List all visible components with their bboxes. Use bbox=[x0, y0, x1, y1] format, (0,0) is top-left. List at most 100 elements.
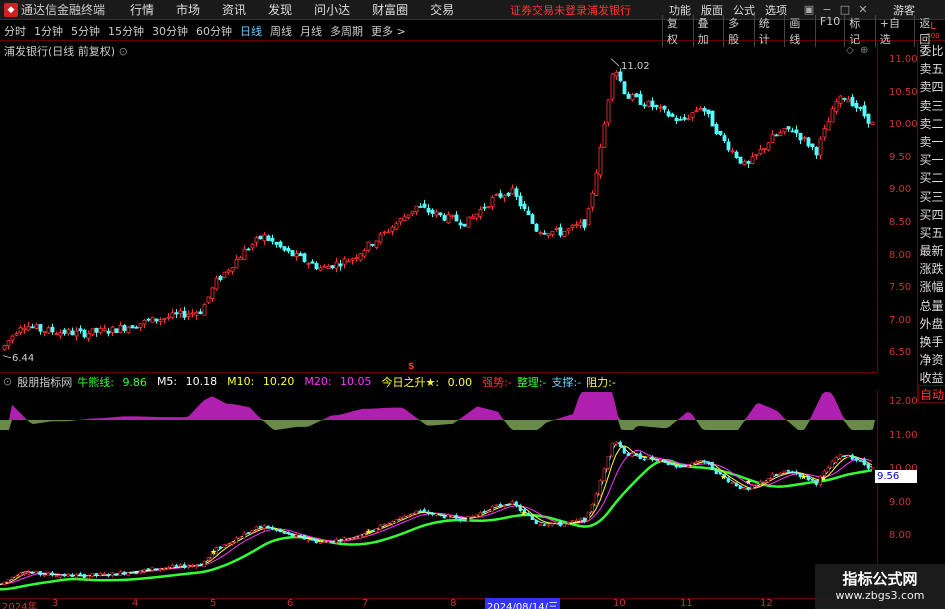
tab-daily[interactable]: 日线 bbox=[240, 23, 262, 39]
period-bar: 分时 1分钟 5分钟 15分钟 30分钟 60分钟 日线 周线 月线 多周期 更… bbox=[0, 14, 945, 47]
tab-15min[interactable]: 15分钟 bbox=[108, 23, 144, 39]
tab-monthly[interactable]: 月线 bbox=[300, 23, 322, 39]
candle bbox=[254, 235, 259, 247]
candle bbox=[170, 308, 175, 320]
candle bbox=[146, 317, 151, 322]
indicator-name[interactable]: 殷朋指标网 bbox=[17, 374, 72, 390]
candle bbox=[526, 206, 531, 216]
candle bbox=[522, 201, 527, 212]
star-marker: ★ bbox=[820, 474, 827, 483]
menu-news[interactable]: 资讯 bbox=[222, 1, 246, 18]
indicator-candle bbox=[646, 456, 650, 461]
watermark-title: 指标公式网 bbox=[842, 570, 918, 588]
sidepanel-item[interactable]: 卖三 bbox=[918, 97, 945, 115]
candle bbox=[330, 265, 335, 270]
tab-1min[interactable]: 1分钟 bbox=[34, 23, 63, 39]
candle bbox=[346, 258, 351, 263]
date-tick: 5 bbox=[210, 598, 217, 609]
sidepanel-item[interactable]: 买五 bbox=[918, 224, 945, 242]
candle bbox=[234, 255, 239, 269]
star-marker: ★ bbox=[800, 472, 807, 481]
menu-trade[interactable]: 交易 bbox=[430, 1, 454, 18]
tab-intraday[interactable]: 分时 bbox=[4, 23, 26, 39]
expand-icon[interactable]: ⊕ bbox=[860, 45, 868, 56]
today-label-text: 今日之升★: bbox=[381, 375, 440, 389]
auto-button[interactable]: 自动 bbox=[918, 385, 945, 403]
candle bbox=[658, 104, 663, 113]
diamond-icon[interactable]: ◇ bbox=[846, 45, 854, 56]
candle bbox=[738, 156, 743, 165]
candle bbox=[830, 105, 835, 123]
tab-multi-period[interactable]: 多周期 bbox=[330, 23, 363, 39]
candle bbox=[98, 325, 103, 335]
indicator-settings-icon[interactable]: ⊙ bbox=[3, 375, 12, 388]
candle bbox=[410, 210, 415, 216]
indicator-candle bbox=[734, 482, 738, 487]
indicator-candle bbox=[606, 456, 610, 471]
menu-market[interactable]: 市场 bbox=[176, 1, 200, 18]
candle bbox=[482, 203, 487, 211]
candle bbox=[22, 323, 27, 334]
candle bbox=[726, 138, 731, 153]
sidepanel-item[interactable]: 涨幅 bbox=[918, 278, 945, 296]
chart-menu-icon[interactable]: ⊙ bbox=[119, 45, 128, 58]
candle bbox=[470, 214, 475, 220]
tab-5min[interactable]: 5分钟 bbox=[71, 23, 100, 39]
sidepanel-item[interactable]: 外盘 bbox=[918, 315, 945, 333]
candle bbox=[626, 91, 631, 99]
m10-label: M10: 10.20 bbox=[227, 375, 299, 388]
sidepanel-item[interactable]: 卖二 bbox=[918, 115, 945, 133]
candle bbox=[358, 253, 363, 262]
sidepanel-item[interactable]: 买四 bbox=[918, 206, 945, 224]
login-status[interactable]: 证券交易未登录 bbox=[510, 2, 587, 18]
indicator-chart[interactable]: ★ ★ ★ ★ ★ ★ ★ bbox=[0, 390, 877, 598]
sidepanel-item[interactable]: 涨跌 bbox=[918, 260, 945, 278]
tab-30min[interactable]: 30分钟 bbox=[152, 23, 188, 39]
candle bbox=[142, 318, 147, 329]
indicator-candle bbox=[66, 573, 70, 578]
price-tick: 8.50 bbox=[889, 217, 912, 228]
sidepanel-item[interactable]: 最新 bbox=[918, 242, 945, 260]
menu-discover[interactable]: 发现 bbox=[268, 1, 292, 18]
sidepanel-item[interactable]: 换手 bbox=[918, 333, 945, 351]
indicator-candle bbox=[594, 491, 598, 506]
candle bbox=[606, 99, 611, 127]
sidepanel-item[interactable]: 卖四 bbox=[918, 78, 945, 96]
candle bbox=[222, 271, 227, 279]
menu-ask[interactable]: 问小达 bbox=[314, 1, 350, 18]
sidepanel-item[interactable]: 净资 bbox=[918, 351, 945, 369]
indicator-candle bbox=[430, 511, 434, 517]
candle bbox=[602, 120, 607, 148]
candle bbox=[810, 143, 815, 151]
indicator-candle bbox=[118, 569, 122, 576]
sidepanel-item[interactable]: 买一 bbox=[918, 151, 945, 169]
sidepanel-item[interactable]: 卖五 bbox=[918, 60, 945, 78]
sidepanel-item[interactable]: 买二 bbox=[918, 169, 945, 187]
menu-wealth[interactable]: 财富圈 bbox=[372, 1, 408, 18]
candle bbox=[398, 217, 403, 226]
tab-more[interactable]: 更多 > bbox=[371, 23, 406, 39]
bear-wave-area bbox=[0, 420, 875, 430]
candle bbox=[638, 90, 643, 105]
menu-quotes[interactable]: 行情 bbox=[130, 1, 154, 18]
candle bbox=[834, 98, 839, 115]
tab-60min[interactable]: 60分钟 bbox=[196, 23, 232, 39]
indicator-candle bbox=[838, 453, 842, 461]
kline-chart[interactable]: 11.02 6.44 ◇ ⊕ S bbox=[0, 42, 877, 372]
indicator-candle bbox=[610, 442, 614, 458]
level-badge[interactable]: L 300 bbox=[921, 22, 945, 41]
m20-label-text: M20: bbox=[304, 375, 332, 388]
sidepanel-item[interactable]: 总量 bbox=[918, 297, 945, 315]
sidepanel-item[interactable]: 委比 bbox=[918, 42, 945, 60]
indicator-candle bbox=[490, 505, 494, 513]
tab-weekly[interactable]: 周线 bbox=[270, 23, 292, 39]
candle bbox=[862, 101, 867, 119]
candle bbox=[338, 260, 343, 271]
candle bbox=[394, 221, 399, 231]
indicator-candle bbox=[222, 544, 226, 548]
candle bbox=[458, 219, 463, 229]
candle bbox=[174, 309, 179, 319]
sidepanel-item[interactable]: 卖一 bbox=[918, 133, 945, 151]
zuli-label: 阻力:- bbox=[586, 375, 616, 389]
sidepanel-item[interactable]: 买三 bbox=[918, 188, 945, 206]
